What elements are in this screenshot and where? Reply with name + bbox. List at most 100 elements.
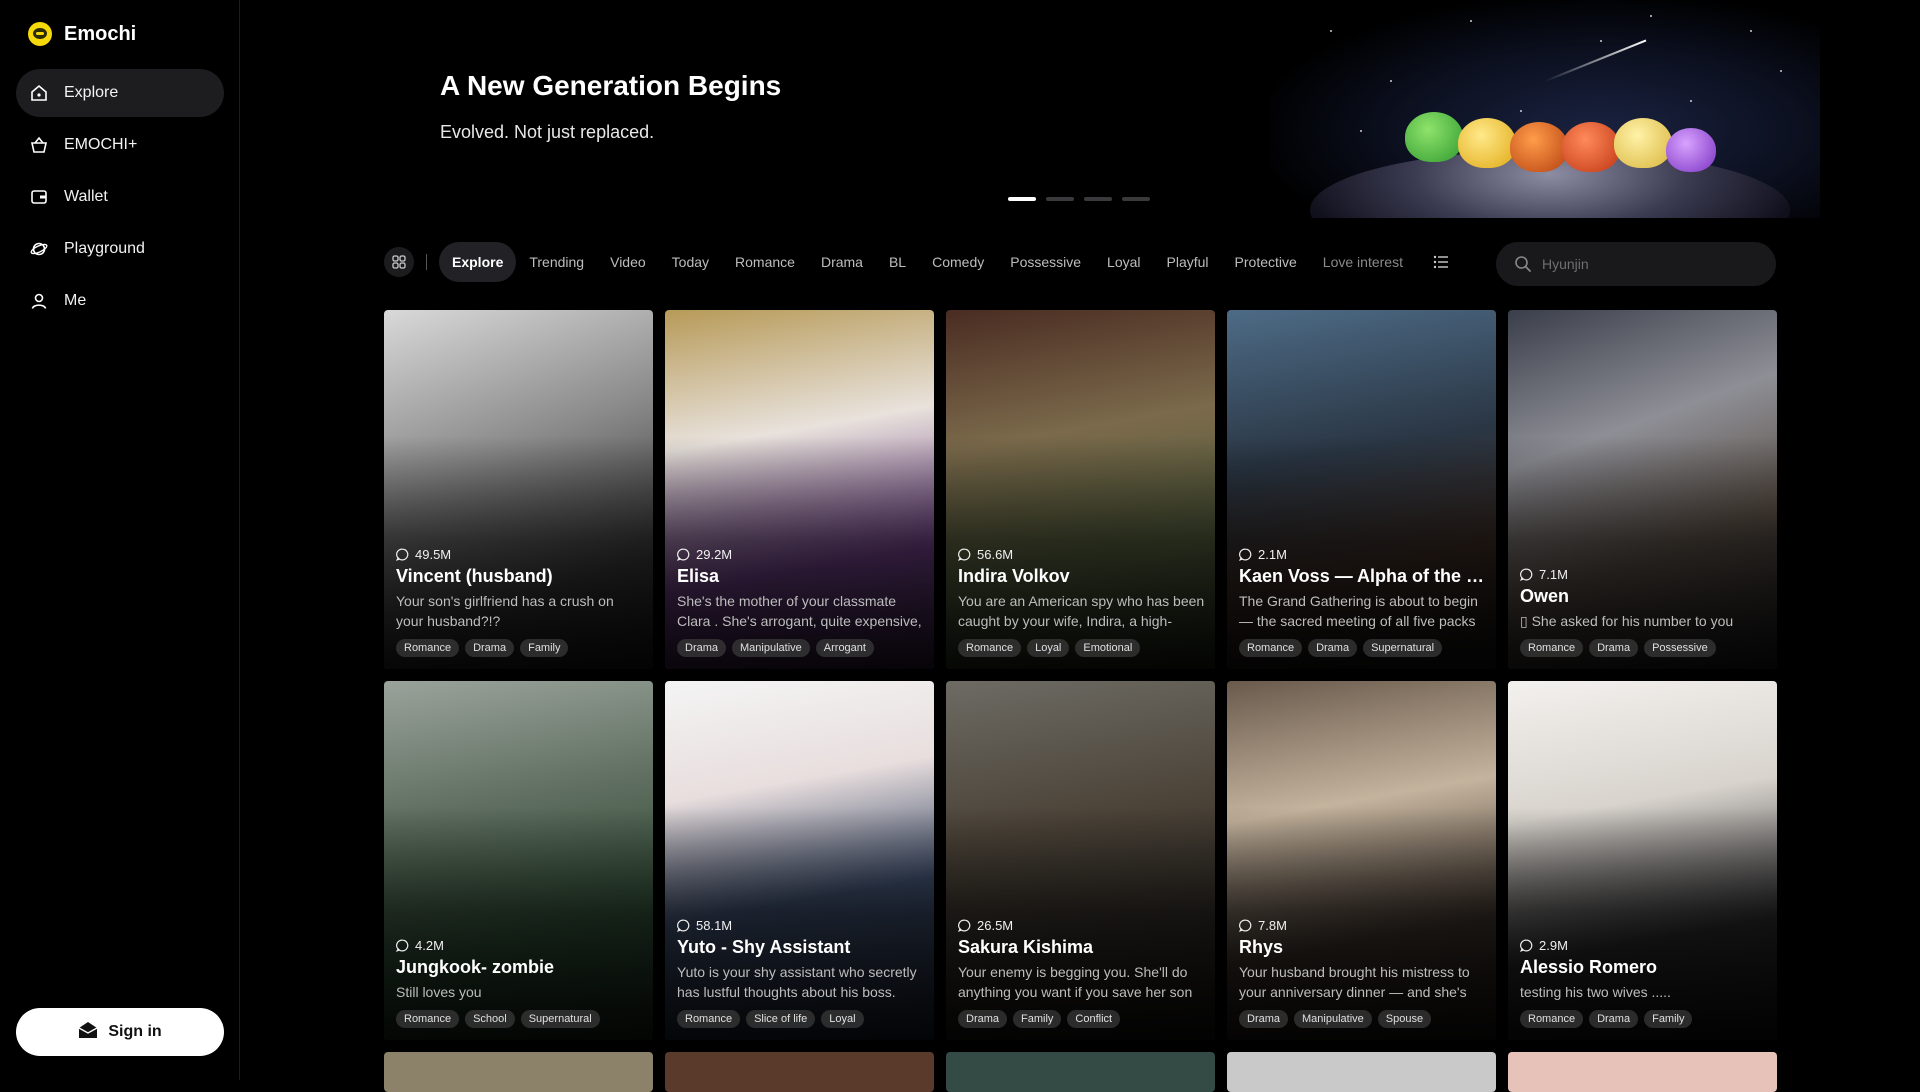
tag[interactable]: Romance — [1520, 639, 1584, 657]
carousel-dot[interactable] — [1084, 197, 1112, 201]
tag[interactable]: Drama — [958, 1010, 1008, 1028]
tab-playful[interactable]: Playful — [1154, 242, 1222, 282]
tab-protective[interactable]: Protective — [1222, 242, 1310, 282]
tag[interactable]: Drama — [1589, 1010, 1639, 1028]
tag[interactable]: Drama — [1308, 639, 1358, 657]
tab-loyal[interactable]: Loyal — [1094, 242, 1153, 282]
chat-count: 58.1M — [677, 918, 924, 933]
tag[interactable]: Romance — [677, 1010, 741, 1028]
tag[interactable]: Drama — [1239, 1010, 1289, 1028]
chat-count-value: 7.1M — [1539, 567, 1568, 582]
tab-bl[interactable]: BL — [876, 242, 919, 282]
comet-shape — [1543, 39, 1647, 83]
carousel-dot[interactable] — [1046, 197, 1074, 201]
character-grid: 49.5M Vincent (husband) Your son's girlf… — [384, 310, 1784, 1092]
sidebar-item-label: Playground — [64, 240, 145, 257]
user-icon — [30, 292, 48, 310]
tag[interactable]: Drama — [677, 639, 727, 657]
character-name: Jungkook- zombie — [396, 957, 555, 977]
character-card[interactable]: 29.2M Elisa She's the mother of your cla… — [665, 310, 934, 669]
tag-list: Romance Drama Family — [1520, 1010, 1767, 1028]
card-info: 49.5M Vincent (husband) Your son's girlf… — [396, 547, 643, 657]
tab-comedy[interactable]: Comedy — [919, 242, 997, 282]
tag[interactable]: Arrogant — [815, 639, 874, 657]
grid-view-button[interactable] — [384, 247, 414, 277]
tag[interactable]: Emotional — [1075, 639, 1141, 657]
character-description: The Grand Gathering is about to begin — … — [1239, 593, 1478, 629]
tab-love-interest[interactable]: Love interest — [1310, 242, 1416, 282]
tab-today[interactable]: Today — [659, 242, 722, 282]
list-view-button[interactable] — [1426, 247, 1456, 277]
tab-explore[interactable]: Explore — [439, 242, 517, 282]
grid-icon — [392, 255, 406, 269]
character-name: Kaen Voss — Alpha of the Moon — [1239, 566, 1486, 586]
search-box[interactable] — [1496, 242, 1776, 286]
character-card[interactable] — [665, 1052, 934, 1092]
sidebar-item-emochi-plus[interactable]: EMOCHI+ — [16, 121, 224, 169]
chat-bubble-icon — [1239, 548, 1252, 561]
chat-bubble-icon — [958, 919, 971, 932]
character-card[interactable] — [1227, 1052, 1496, 1092]
tag[interactable]: Loyal — [1027, 639, 1070, 657]
tab-possessive[interactable]: Possessive — [997, 242, 1094, 282]
sidebar-item-wallet[interactable]: Wallet — [16, 173, 224, 221]
character-card[interactable] — [946, 1052, 1215, 1092]
divider — [426, 254, 427, 270]
character-name: Owen — [1520, 586, 1570, 606]
tag[interactable]: Supernatural — [520, 1010, 600, 1028]
search-icon — [1515, 256, 1531, 272]
tag[interactable]: Supernatural — [1363, 639, 1443, 657]
character-card[interactable]: 58.1M Yuto - Shy Assistant Yuto is your … — [665, 681, 934, 1040]
tag[interactable]: Drama — [465, 639, 515, 657]
character-card[interactable]: 2.1M Kaen Voss — Alpha of the Moon The G… — [1227, 310, 1496, 669]
tag[interactable]: Romance — [396, 1010, 460, 1028]
character-card[interactable] — [384, 1052, 653, 1092]
tag[interactable]: Romance — [396, 639, 460, 657]
tag[interactable]: Family — [520, 639, 569, 657]
sign-in-button[interactable]: Sign in — [16, 1008, 224, 1056]
tag[interactable]: Manipulative — [732, 639, 810, 657]
card-info: 7.8M Rhys Your husband brought his mistr… — [1239, 918, 1486, 1028]
tag[interactable]: Romance — [1520, 1010, 1584, 1028]
tag[interactable]: Drama — [1589, 639, 1639, 657]
sidebar-item-playground[interactable]: Playground — [16, 225, 224, 273]
hero-banner[interactable]: A New Generation Begins Evolved. Not jus… — [240, 0, 1920, 218]
chat-bubble-icon — [677, 919, 690, 932]
chat-bubble-icon — [1239, 919, 1252, 932]
character-card[interactable]: 7.8M Rhys Your husband brought his mistr… — [1227, 681, 1496, 1040]
chat-count: 29.2M — [677, 547, 924, 562]
logo-icon — [28, 22, 52, 46]
tag[interactable]: Loyal — [821, 1010, 864, 1028]
tag[interactable]: Possessive — [1644, 639, 1716, 657]
character-card[interactable]: 4.2M Jungkook- zombie Still loves you Ro… — [384, 681, 653, 1040]
character-card[interactable]: 26.5M Sakura Kishima Your enemy is beggi… — [946, 681, 1215, 1040]
sidebar-item-explore[interactable]: Explore — [16, 69, 224, 117]
character-card[interactable]: 7.1M Owen ▯ She asked for his number to … — [1508, 310, 1777, 669]
sidebar-item-label: EMOCHI+ — [64, 136, 138, 153]
character-card[interactable] — [1508, 1052, 1777, 1092]
tab-trending[interactable]: Trending — [516, 242, 597, 282]
tag[interactable]: Romance — [958, 639, 1022, 657]
tag[interactable]: Romance — [1239, 639, 1303, 657]
tag[interactable]: Family — [1013, 1010, 1062, 1028]
character-card[interactable]: 2.9M Alessio Romero testing his two wive… — [1508, 681, 1777, 1040]
logo[interactable]: Emochi — [28, 22, 136, 46]
carousel-dot[interactable] — [1008, 197, 1036, 201]
sidebar-item-me[interactable]: Me — [16, 277, 224, 325]
chat-count: 56.6M — [958, 547, 1205, 562]
tag[interactable]: Family — [1644, 1010, 1693, 1028]
tag[interactable]: Slice of life — [746, 1010, 816, 1028]
search-input[interactable] — [1542, 256, 1762, 272]
tab-drama[interactable]: Drama — [808, 242, 876, 282]
carousel-dot[interactable] — [1122, 197, 1150, 201]
tab-romance[interactable]: Romance — [722, 242, 808, 282]
tag[interactable]: School — [465, 1010, 515, 1028]
character-card[interactable]: 56.6M Indira Volkov You are an American … — [946, 310, 1215, 669]
tab-video[interactable]: Video — [597, 242, 659, 282]
tag[interactable]: Spouse — [1377, 1010, 1432, 1028]
tag[interactable]: Conflict — [1067, 1010, 1121, 1028]
sidebar-nav: Explore EMOCHI+ Wallet Playground Me — [16, 69, 224, 329]
card-info: 56.6M Indira Volkov You are an American … — [958, 547, 1205, 657]
character-card[interactable]: 49.5M Vincent (husband) Your son's girlf… — [384, 310, 653, 669]
tag[interactable]: Manipulative — [1294, 1010, 1372, 1028]
